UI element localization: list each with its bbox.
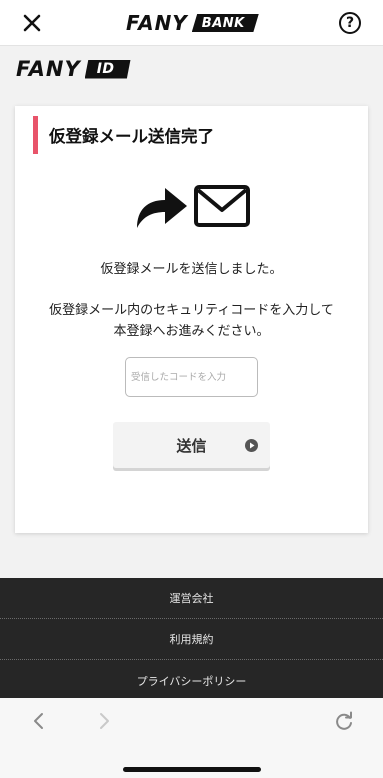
- browser-toolbar: [0, 698, 383, 778]
- submit-button[interactable]: 送信: [113, 422, 270, 468]
- instruction-message: 仮登録メール内のセキュリティコードを入力して 本登録へお進みください。: [15, 300, 368, 342]
- id-logo-word: FANY: [16, 57, 81, 81]
- id-bar: FANY ID: [0, 47, 383, 91]
- fany-bank-logo: FANY BANK: [126, 11, 259, 35]
- logo-tag: BANK: [191, 14, 259, 32]
- close-icon: [23, 14, 41, 32]
- sent-message: 仮登録メールを送信しました。: [100, 262, 283, 277]
- home-indicator: [123, 767, 261, 772]
- footer-link-terms[interactable]: 利用規約: [0, 619, 383, 660]
- security-code-input[interactable]: [125, 357, 258, 397]
- logo-word: FANY: [126, 11, 188, 35]
- help-icon: ?: [345, 15, 355, 31]
- instruction-line-1: 仮登録メール内のセキュリティコードを入力して: [49, 303, 334, 318]
- reload-button[interactable]: [333, 711, 355, 733]
- arrow-forward-icon: [137, 188, 187, 228]
- play-circle-icon: [245, 439, 258, 452]
- top-bar: FANY BANK ?: [0, 0, 383, 46]
- footer: 運営会社 利用規約 プライバシーポリシー: [0, 578, 383, 698]
- mail-sent-illustration: [133, 180, 251, 230]
- registration-card: 仮登録メール送信完了 仮登録メールを送信しました。 仮登録メール内のセキュリティ…: [15, 106, 368, 533]
- instruction-line-2: 本登録へお進みください。: [113, 324, 270, 339]
- back-button[interactable]: [28, 710, 50, 732]
- forward-button[interactable]: [93, 710, 115, 732]
- help-button[interactable]: ?: [339, 12, 361, 34]
- footer-link-company[interactable]: 運営会社: [0, 578, 383, 619]
- page-title: 仮登録メール送信完了: [33, 116, 214, 154]
- id-logo-tag: ID: [84, 59, 131, 79]
- close-button[interactable]: [18, 9, 46, 37]
- fany-id-logo: FANY ID: [16, 57, 131, 81]
- chevron-right-icon: [100, 713, 109, 729]
- footer-link-privacy[interactable]: プライバシーポリシー: [0, 660, 383, 701]
- chevron-left-icon: [34, 713, 43, 729]
- submit-label: 送信: [176, 436, 207, 455]
- reload-icon: [336, 711, 352, 730]
- envelope-icon: [194, 185, 250, 227]
